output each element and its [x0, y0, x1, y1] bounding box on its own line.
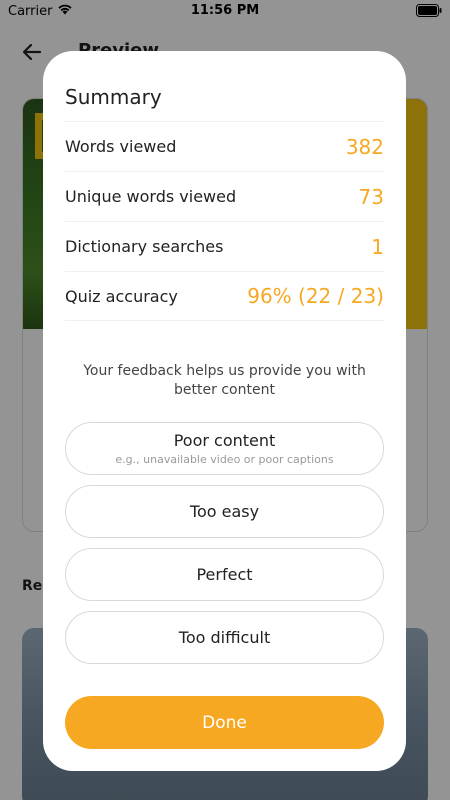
button-label: Perfect	[196, 565, 253, 584]
summary-title: Summary	[65, 85, 162, 109]
too-difficult-button[interactable]: Too difficult	[65, 611, 384, 664]
perfect-button[interactable]: Perfect	[65, 548, 384, 601]
button-sublabel: e.g., unavailable video or poor captions	[115, 453, 334, 466]
status-time: 11:56 PM	[190, 3, 260, 18]
summary-modal: Summary Words viewed 382 Unique words vi…	[43, 51, 406, 771]
status-bar: Carrier 11:56 PM	[0, 0, 450, 22]
stat-label: Quiz accuracy	[65, 286, 178, 306]
stat-value: 73	[358, 184, 384, 209]
stat-row-words-viewed: Words viewed 382	[65, 121, 384, 171]
stat-value: 382	[345, 134, 384, 159]
stat-label: Unique words viewed	[65, 187, 237, 206]
stat-value: 1	[371, 234, 384, 259]
poor-content-button[interactable]: Poor content e.g., unavailable video or …	[65, 422, 384, 475]
stat-row-unique-words: Unique words viewed 73	[65, 171, 384, 221]
too-easy-button[interactable]: Too easy	[65, 485, 384, 538]
feedback-prompt: Your feedback helps us provide you with …	[83, 363, 366, 398]
battery-icon	[416, 4, 442, 17]
done-button[interactable]: Done	[65, 696, 384, 749]
stat-row-quiz-accuracy: Quiz accuracy 96% (22 / 23)	[65, 271, 384, 321]
button-label: Too difficult	[178, 628, 271, 647]
button-label: Too easy	[189, 502, 260, 521]
stat-label: Words viewed	[65, 137, 177, 156]
stat-value: 96% (22 / 23)	[247, 284, 384, 308]
stat-label: Dictionary searches	[65, 237, 224, 256]
stats-list: Words viewed 382 Unique words viewed 73 …	[65, 121, 384, 321]
stat-row-dictionary-searches: Dictionary searches 1	[65, 221, 384, 271]
button-label: Poor content	[173, 431, 276, 450]
